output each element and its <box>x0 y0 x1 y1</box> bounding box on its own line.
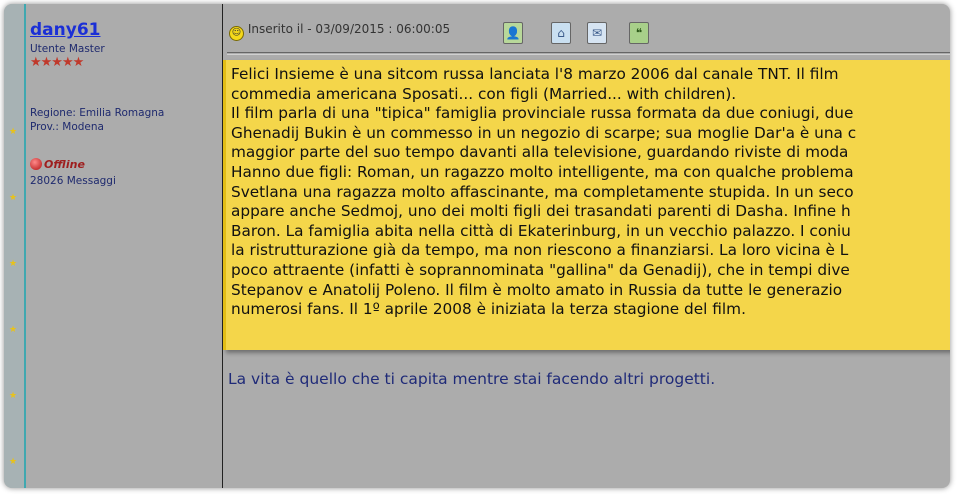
author-username-link[interactable]: dany61 <box>30 20 100 40</box>
post-line: Stepanov e Anatolij Poleno. Il film è mo… <box>231 280 843 299</box>
smiley-icon: ☺ <box>229 26 244 41</box>
star-icon: ★ <box>9 193 18 203</box>
author-province: Prov.: Modena <box>30 121 104 133</box>
profile-icon[interactable]: 👤 <box>503 22 523 44</box>
star-icon: ★ <box>9 457 18 467</box>
status-badge: Offline <box>30 158 85 171</box>
post-body-text: Felici Insieme è una sitcom russa lancia… <box>226 60 950 320</box>
post-line: Felici Insieme è una sitcom russa lancia… <box>231 65 839 83</box>
post-line: Svetlana una ragazza molto affascinante,… <box>231 182 854 201</box>
header-separator-highlight <box>227 54 950 55</box>
author-message-count: 28026 Messaggi <box>30 175 116 187</box>
forum-post-frame: ★ ★ ★ ★ ★ ★ dany61 Utente Master ★★★★★ R… <box>4 4 950 488</box>
star-icon: ★ <box>9 391 18 401</box>
post-line: poco attraente (infatti è soprannominata… <box>231 260 850 279</box>
author-location: Regione: Emilia Romagna Prov.: Modena <box>30 106 164 134</box>
post-line: maggior parte del suo tempo davanti alla… <box>231 143 849 162</box>
post-header: ☺ Inserito il - 03/09/2015 : 06:00:05 <box>229 22 450 41</box>
post-body-highlighted: Felici Insieme è una sitcom russa lancia… <box>223 60 950 350</box>
home-icon[interactable]: ⌂ <box>551 22 571 44</box>
post-line: Il film parla di una "tipica" famiglia p… <box>231 104 854 123</box>
post-line: Ghenadij Bukin è un commesso in un negoz… <box>231 123 857 142</box>
post-line: Baron. La famiglia abita nella città di … <box>231 221 851 240</box>
author-rank: Utente Master <box>30 43 105 55</box>
author-panel: dany61 Utente Master ★★★★★ Regione: Emil… <box>26 4 222 488</box>
user-signature: La vita è quello che ti capita mentre st… <box>228 370 716 388</box>
star-icon: ★ <box>9 259 18 269</box>
header-separator <box>227 52 950 53</box>
post-content-area: ☺ Inserito il - 03/09/2015 : 06:00:05 👤 … <box>223 4 950 488</box>
rank-stars-icon: ★★★★★ <box>30 55 84 70</box>
offline-status-icon <box>30 158 42 170</box>
status-label: Offline <box>44 158 85 171</box>
post-date: Inserito il - 03/09/2015 : 06:00:05 <box>247 22 451 36</box>
star-icon: ★ <box>9 325 18 335</box>
post-line: la ristrutturazione già da tempo, ma non… <box>231 241 849 260</box>
star-icon: ★ <box>9 127 18 137</box>
left-gutter: ★ ★ ★ ★ ★ ★ <box>4 4 24 488</box>
author-region: Regione: Emilia Romagna <box>30 107 165 119</box>
email-icon[interactable]: ✉ <box>587 22 607 44</box>
post-line: Hanno due figli: Roman, un ragazzo molto… <box>231 162 854 181</box>
post-line: numerosi fans. Il 1º aprile 2008 è inizi… <box>231 300 746 319</box>
post-line: appare anche Sedmoj, uno dei molti figli… <box>231 202 851 221</box>
quote-icon[interactable]: ❝ <box>629 22 649 44</box>
post-line: commedia americana Sposati... con figli … <box>231 84 737 103</box>
